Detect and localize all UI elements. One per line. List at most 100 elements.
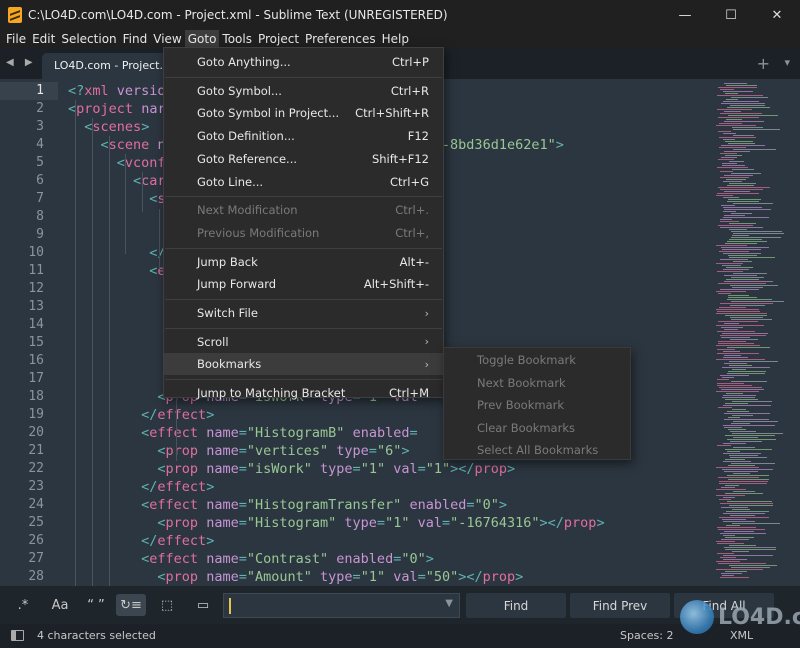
minimap-line [724, 151, 750, 152]
minimap-line [721, 507, 748, 508]
sidebar-toggle-icon[interactable] [11, 630, 24, 641]
minimap-line [723, 269, 749, 270]
minimap-line [717, 271, 743, 272]
minimap-line [727, 185, 754, 186]
menu-selection[interactable]: Selection [58, 30, 119, 48]
minimap-line [717, 543, 744, 544]
find-history-dropdown-icon[interactable]: ▼ [445, 598, 453, 609]
goto-menu-item-goto-symbol-in-project[interactable]: Goto Symbol in Project... Ctrl+Shift+R [164, 102, 443, 124]
menu-tools[interactable]: Tools [219, 30, 255, 48]
minimap-line [722, 333, 768, 334]
find-prev-button[interactable]: Find Prev [570, 593, 670, 618]
close-button[interactable]: ✕ [754, 0, 800, 30]
maximize-button[interactable]: ☐ [708, 0, 754, 30]
menu-project[interactable]: Project [255, 30, 302, 48]
minimap-line [732, 415, 753, 416]
line-number: 3 [36, 119, 44, 134]
minimap-line [724, 275, 757, 276]
minimap-line [716, 325, 764, 326]
menu-item-label: Goto Symbol in Project... [197, 106, 340, 121]
menu-goto[interactable]: Goto [184, 30, 220, 48]
in-selection-toggle[interactable]: ⬚ [152, 594, 182, 616]
tab-project-xml[interactable]: LO4D.com - Project.xml [42, 53, 172, 79]
menu-preferences[interactable]: Preferences [302, 30, 379, 48]
minimap-line [728, 417, 740, 418]
minimap-line [721, 539, 749, 540]
menu-item-label: Jump to Matching Bracket [197, 386, 346, 401]
minimap-line [732, 127, 763, 128]
menu-file[interactable]: File [3, 30, 29, 48]
minimap-line [723, 395, 756, 396]
minimap-line [721, 389, 764, 390]
goto-menu-item-scroll[interactable]: Scroll › [164, 331, 443, 353]
minimap-line [733, 233, 784, 234]
goto-menu-item-jump-forward[interactable]: Jump Forward Alt+Shift+- [164, 273, 443, 295]
minimap-line [723, 497, 735, 498]
menu-find[interactable]: Find [120, 30, 151, 48]
indentation-status[interactable]: Spaces: 2 [620, 629, 673, 642]
find-button[interactable]: Find [466, 593, 566, 618]
line-number: 7 [36, 191, 44, 206]
goto-menu-item-goto-line[interactable]: Goto Line... Ctrl+G [164, 171, 443, 193]
submenu-arrow-icon: › [424, 335, 429, 349]
minimap-line [725, 537, 754, 538]
minimap-line [717, 311, 760, 312]
minimap-line [720, 375, 749, 376]
minimap[interactable] [712, 79, 800, 586]
minimap-line [717, 379, 729, 380]
minimap-line [720, 227, 763, 228]
minimap-line [717, 349, 735, 350]
menu-view[interactable]: View [150, 30, 184, 48]
minimap-line [728, 143, 755, 144]
goto-menu-item-goto-reference[interactable]: Goto Reference... Shift+F12 [164, 148, 443, 170]
minimap-line [727, 501, 772, 502]
code-line: <project nar [68, 101, 166, 117]
minimap-line [730, 305, 765, 306]
minimap-line [727, 439, 776, 440]
find-input[interactable]: ▼ [223, 593, 460, 618]
regex-toggle[interactable]: .* [10, 594, 36, 616]
minimap-line [731, 319, 772, 320]
minimap-line [720, 533, 766, 534]
goto-menu-item-goto-anything[interactable]: Goto Anything... Ctrl+P [164, 51, 443, 73]
menu-separator [165, 196, 442, 198]
menu-help[interactable]: Help [379, 30, 412, 48]
minimap-line [729, 183, 756, 184]
goto-menu-item-jump-to-matching-bracket[interactable]: Jump to Matching Bracket Ctrl+M [164, 382, 443, 404]
goto-menu-item-jump-back[interactable]: Jump Back Alt+- [164, 251, 443, 273]
highlight-matches-toggle[interactable]: ▭ [188, 594, 218, 616]
minimap-line [731, 97, 768, 98]
tab-nav-arrows[interactable]: ◀ ▶ [6, 57, 37, 68]
minimap-line [731, 463, 775, 464]
minimap-line [728, 295, 749, 296]
goto-menu-item-bookmarks[interactable]: Bookmarks › [164, 353, 443, 376]
code-line: </effect> [141, 407, 215, 423]
new-tab-icon[interactable]: + [757, 54, 770, 73]
minimap-line [718, 159, 734, 160]
goto-menu-item-switch-file[interactable]: Switch File › [164, 302, 443, 324]
minimap-line [725, 493, 763, 494]
tab-list-chevron-icon[interactable]: ▾ [784, 56, 790, 69]
window-controls: — ☐ ✕ [662, 0, 800, 30]
goto-menu-item-goto-definition[interactable]: Goto Definition... F12 [164, 125, 443, 147]
minimap-line [732, 409, 746, 410]
case-toggle[interactable]: Aa [45, 594, 75, 616]
menu-item-label: Goto Reference... [197, 151, 298, 166]
line-number: 9 [36, 227, 44, 242]
minimize-button[interactable]: — [662, 0, 708, 30]
menu-edit[interactable]: Edit [29, 30, 58, 48]
line-number: 20 [28, 425, 44, 440]
minimap-line [724, 121, 764, 122]
menu-separator [165, 327, 442, 329]
bookmarks-submenu: Toggle Bookmark Next Bookmark Prev Bookmar… [443, 347, 631, 460]
minimap-line [724, 323, 739, 324]
menu-item-label: Goto Symbol... [197, 83, 282, 98]
whole-word-toggle[interactable]: “ ” [81, 594, 111, 616]
goto-menu-item-previous-modification: Previous Modification Ctrl+, [164, 222, 443, 244]
line-number: 23 [28, 479, 44, 494]
wrap-toggle[interactable]: ↻≡ [116, 594, 146, 616]
menu-item-label: Goto Definition... [197, 129, 295, 144]
minimap-line [723, 133, 736, 134]
minimap-line [716, 561, 740, 562]
goto-menu-item-goto-symbol[interactable]: Goto Symbol... Ctrl+R [164, 80, 443, 102]
